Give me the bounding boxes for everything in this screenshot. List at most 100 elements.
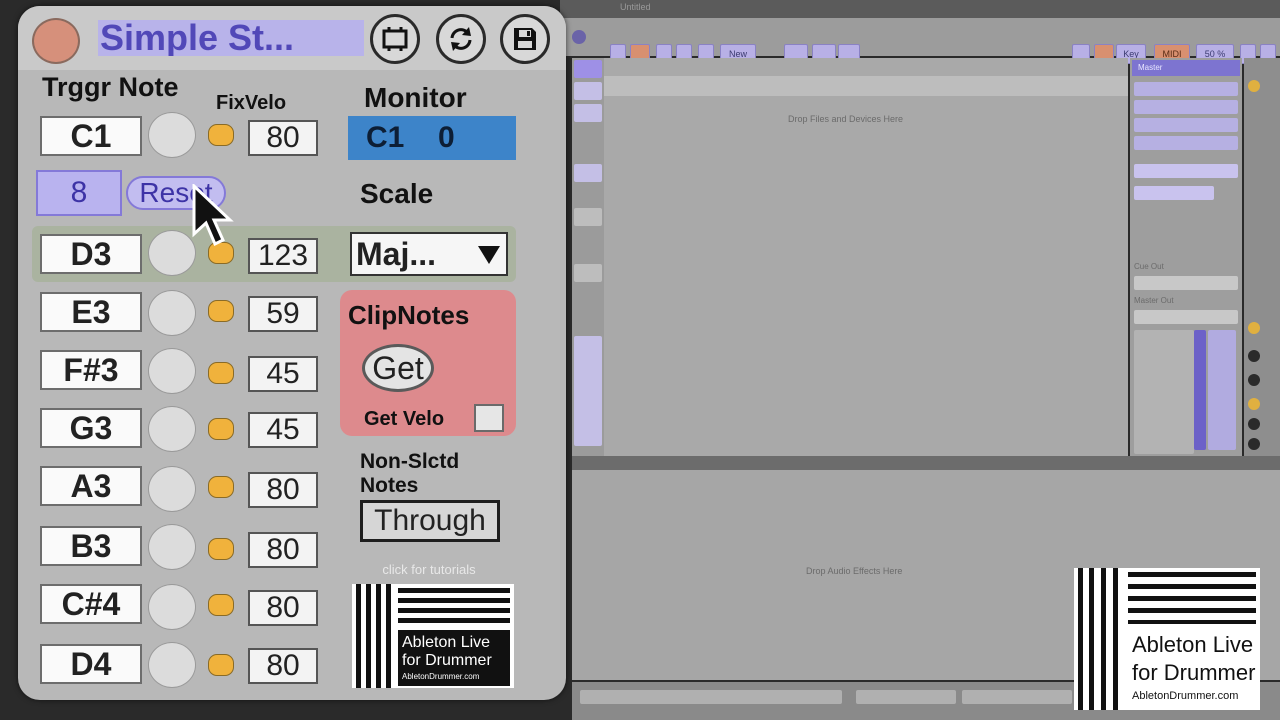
session-header xyxy=(604,76,1128,96)
trigger-pad[interactable] xyxy=(148,112,196,158)
cue-out-select[interactable] xyxy=(1134,276,1238,290)
velocity-field[interactable]: 123 xyxy=(248,238,318,274)
status-field xyxy=(580,690,842,704)
device-status-indicator[interactable] xyxy=(32,18,80,64)
watermark-site: AbletonDrummer.com xyxy=(1132,690,1239,702)
through-toggle[interactable]: Through xyxy=(360,500,500,542)
refresh-icon xyxy=(450,27,472,51)
window-title: Untitled xyxy=(620,2,651,12)
device-title: Simple St... xyxy=(98,20,364,56)
master-out-select[interactable] xyxy=(1134,310,1238,324)
master-out-label: Master Out xyxy=(1134,296,1174,305)
velocity-field[interactable]: 45 xyxy=(248,412,318,448)
clip-slot[interactable] xyxy=(574,60,602,78)
velocity-field[interactable]: 45 xyxy=(248,356,318,392)
mouse-cursor-icon xyxy=(192,184,234,247)
master-meter xyxy=(1194,330,1206,450)
trigger-note-field[interactable]: A3 xyxy=(40,466,142,506)
trigger-note-field[interactable]: C1 xyxy=(40,116,142,156)
watermark-line2: for Drummer xyxy=(1132,660,1256,685)
trigger-note-field[interactable]: F#3 xyxy=(40,350,142,390)
velocity-field[interactable]: 59 xyxy=(248,296,318,332)
velocity-field[interactable]: 80 xyxy=(248,472,318,508)
scale-dropdown[interactable]: Maj... xyxy=(350,232,508,276)
clip-slot[interactable] xyxy=(574,82,602,100)
velocity-field[interactable]: 80 xyxy=(248,532,318,568)
fix-velo-toggle[interactable] xyxy=(208,362,234,384)
master-controls[interactable] xyxy=(1134,186,1214,200)
trigger-pad[interactable] xyxy=(148,642,196,688)
tutorials-link[interactable]: click for tutorials xyxy=(354,562,504,577)
fix-velo-toggle[interactable] xyxy=(208,418,234,440)
master-scene-slot[interactable] xyxy=(1134,136,1238,150)
fold-device-button[interactable] xyxy=(370,14,420,64)
trigger-pad[interactable] xyxy=(148,348,196,394)
master-volume-area[interactable] xyxy=(1134,330,1194,454)
simple-step-device: Simple St... Trggr Note FixVelo Monitor … xyxy=(18,6,566,700)
clip-slot[interactable] xyxy=(574,264,602,282)
non-selected-label: Non-Slctd xyxy=(360,450,460,473)
velocity-field[interactable]: 80 xyxy=(248,590,318,626)
trigger-note-label: Trggr Note xyxy=(42,72,179,102)
trigger-note-field[interactable]: C#4 xyxy=(40,584,142,624)
save-preset-button[interactable] xyxy=(500,14,550,64)
rail-indicator[interactable] xyxy=(1248,398,1260,410)
get-clip-notes-button[interactable]: Get xyxy=(362,344,434,392)
fix-velo-label: FixVelo xyxy=(216,92,287,114)
status-field xyxy=(856,690,956,704)
trigger-note-field[interactable]: D4 xyxy=(40,644,142,684)
get-velo-label: Get Velo xyxy=(364,408,445,430)
chevron-down-icon xyxy=(478,246,500,264)
rail-indicator[interactable] xyxy=(1248,80,1260,92)
view-divider[interactable] xyxy=(572,456,1280,470)
track-strip xyxy=(572,58,604,456)
rail-indicator[interactable] xyxy=(1248,438,1260,450)
rail-indicator[interactable] xyxy=(1248,418,1260,430)
watermark-logo: Ableton Live for Drummer AbletonDrummer.… xyxy=(1074,568,1260,710)
fix-velo-toggle[interactable] xyxy=(208,300,234,322)
trigger-pad[interactable] xyxy=(148,230,196,276)
trigger-note-field[interactable]: B3 xyxy=(40,526,142,566)
cue-out-label: Cue Out xyxy=(1134,262,1164,271)
master-scene-slot[interactable] xyxy=(1134,118,1238,132)
swap-device-button[interactable] xyxy=(436,14,486,64)
clip-slot[interactable] xyxy=(574,164,602,182)
record-icon[interactable] xyxy=(572,30,586,44)
master-scene-slot[interactable] xyxy=(1134,82,1238,96)
device-fold-icon xyxy=(382,27,408,51)
trigger-pad[interactable] xyxy=(148,466,196,512)
rail-indicator[interactable] xyxy=(1248,350,1260,362)
fix-velo-toggle[interactable] xyxy=(208,538,234,560)
monitor-value: 0 xyxy=(438,121,455,154)
save-icon xyxy=(514,28,536,50)
session-drop-hint: Drop Files and Devices Here xyxy=(788,114,904,124)
tutorials-logo[interactable]: Ableton Live for Drummer AbletonDrummer.… xyxy=(352,584,514,688)
trigger-pad[interactable] xyxy=(148,406,196,452)
velocity-field[interactable]: 80 xyxy=(248,120,318,156)
monitor-label: Monitor xyxy=(364,82,467,113)
rail-indicator[interactable] xyxy=(1248,322,1260,334)
clip-slot[interactable] xyxy=(574,104,602,122)
velocity-field[interactable]: 80 xyxy=(248,648,318,684)
trigger-note-field[interactable]: D3 xyxy=(40,234,142,274)
clip-slot[interactable] xyxy=(574,208,602,226)
master-scene-slot[interactable] xyxy=(1134,100,1238,114)
fix-velo-toggle[interactable] xyxy=(208,476,234,498)
fix-velo-toggle[interactable] xyxy=(208,594,234,616)
trigger-pad[interactable] xyxy=(148,290,196,336)
trigger-note-field[interactable]: G3 xyxy=(40,408,142,448)
trigger-pad[interactable] xyxy=(148,584,196,630)
octave-field[interactable]: 8 xyxy=(36,170,122,216)
fix-velo-toggle[interactable] xyxy=(208,654,234,676)
watermark-line1: Ableton Live xyxy=(1132,632,1254,657)
trigger-pad[interactable] xyxy=(148,524,196,570)
logo-line1: Ableton Live xyxy=(402,634,491,651)
trigger-note-field[interactable]: E3 xyxy=(40,292,142,332)
non-selected-label-line2: Notes xyxy=(360,474,419,497)
fix-velo-toggle[interactable] xyxy=(208,124,234,146)
get-velo-checkbox[interactable] xyxy=(474,404,504,432)
track-meter xyxy=(574,336,602,446)
master-header[interactable]: Master xyxy=(1132,60,1240,76)
rail-indicator[interactable] xyxy=(1248,374,1260,386)
master-controls[interactable] xyxy=(1134,164,1238,178)
